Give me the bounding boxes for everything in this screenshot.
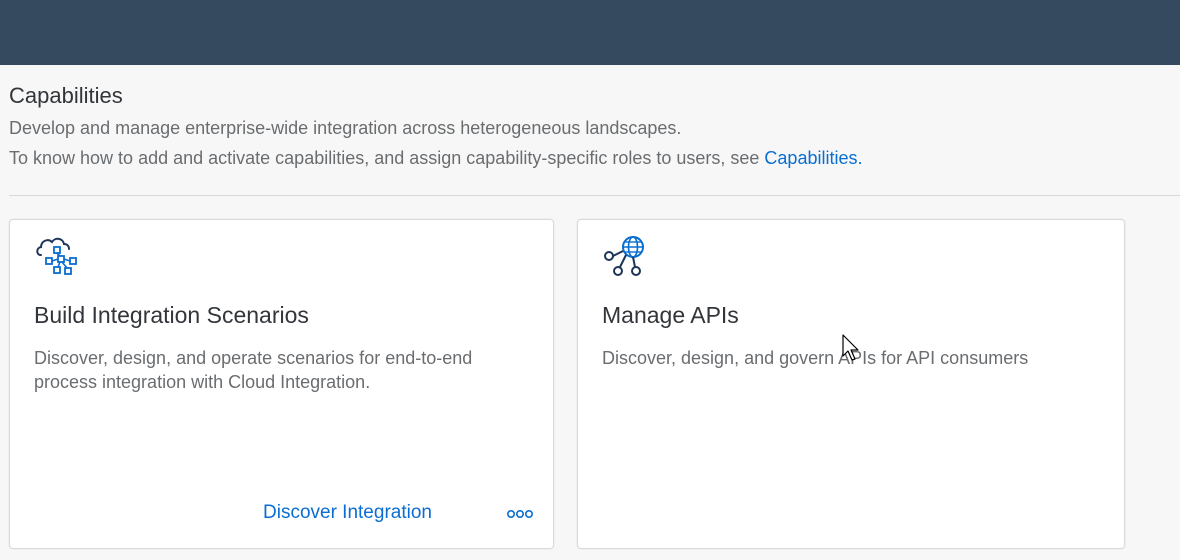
info-text: To know how to add and activate capabili… — [9, 143, 1169, 173]
card-title: Build Integration Scenarios — [34, 302, 309, 328]
page-subtitle: Develop and manage enterprise-wide integ… — [9, 118, 682, 138]
shell-bar — [0, 0, 1180, 65]
page-header: Capabilities Develop and manage enterpri… — [9, 82, 1169, 173]
card-manage-apis[interactable]: Manage APIs Discover, design, and govern… — [577, 219, 1125, 549]
mouse-cursor-icon — [842, 334, 862, 364]
info-prefix: To know how to add and activate capabili… — [9, 148, 765, 168]
more-options-icon[interactable] — [503, 502, 537, 526]
card-description: Discover, design, and operate scenarios … — [34, 348, 473, 392]
card-build-integration[interactable]: Build Integration Scenarios Discover, de… — [9, 219, 554, 549]
cloud-network-icon — [34, 234, 80, 278]
capabilities-link[interactable]: Capabilities. — [764, 148, 862, 168]
discover-integration-link[interactable]: Discover Integration — [263, 500, 432, 526]
api-globe-icon — [602, 234, 648, 278]
divider — [9, 195, 1180, 196]
card-title: Manage APIs — [602, 302, 739, 328]
page-title: Capabilities — [9, 83, 123, 108]
